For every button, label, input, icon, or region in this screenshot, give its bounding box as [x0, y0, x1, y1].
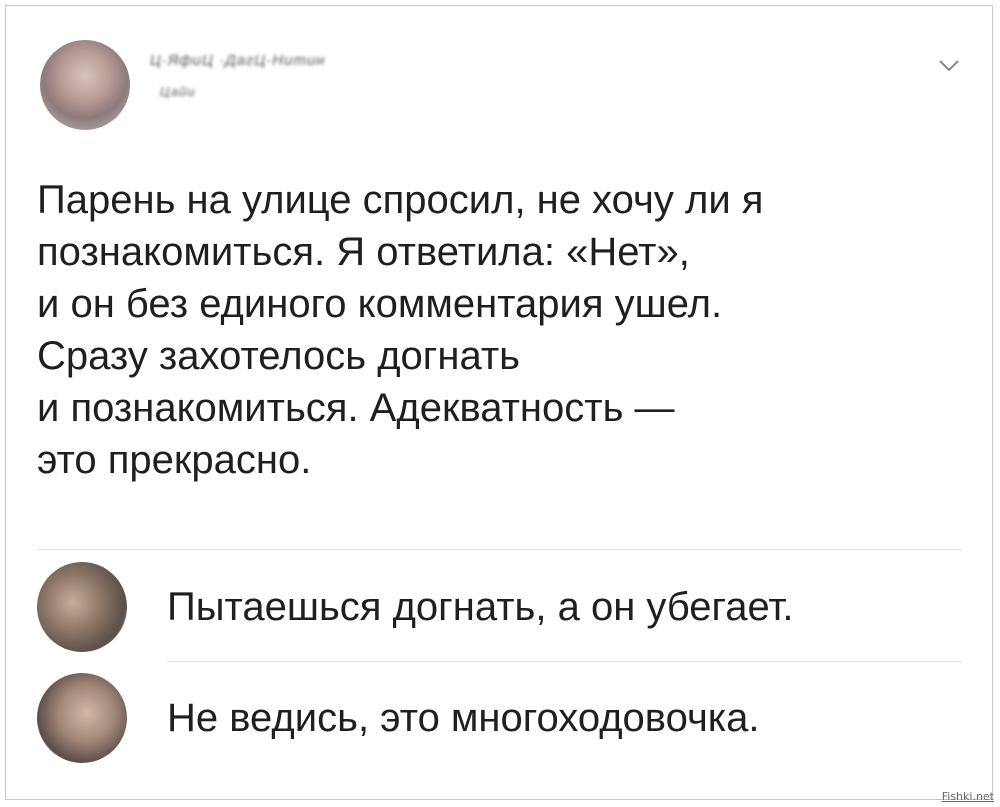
divider: [167, 661, 962, 662]
author-name[interactable]: Ц·ЯфиЦ ·ДагЦ·Нитин: [150, 52, 326, 69]
divider: [37, 549, 962, 550]
watermark: Fishki.net: [941, 790, 994, 803]
commenter-avatar[interactable]: [37, 562, 127, 652]
commenter-avatar[interactable]: [37, 673, 127, 763]
tweet-line: и он без единого комментария ушел.: [37, 282, 723, 326]
author-avatar[interactable]: [40, 40, 130, 130]
tweet-line: познакомиться. Я ответила: «Нет»,: [37, 230, 690, 274]
tweet-line: и познакомиться. Адекватность —: [37, 386, 675, 430]
author-handle[interactable]: Цайи: [160, 84, 196, 99]
tweet-text: Парень на улице спросил, не хочу ли я по…: [37, 174, 937, 486]
tweet-line: Парень на улице спросил, не хочу ли я: [37, 178, 764, 222]
tweet-line: это прекрасно.: [37, 438, 312, 482]
tweet-line: Сразу захотелось догнать: [37, 334, 521, 378]
comment-text: Пытаешься догнать, а он убегает.: [167, 585, 794, 629]
chevron-down-icon[interactable]: [938, 58, 960, 74]
comment-text: Не ведись, это многоходовочка.: [167, 696, 760, 740]
